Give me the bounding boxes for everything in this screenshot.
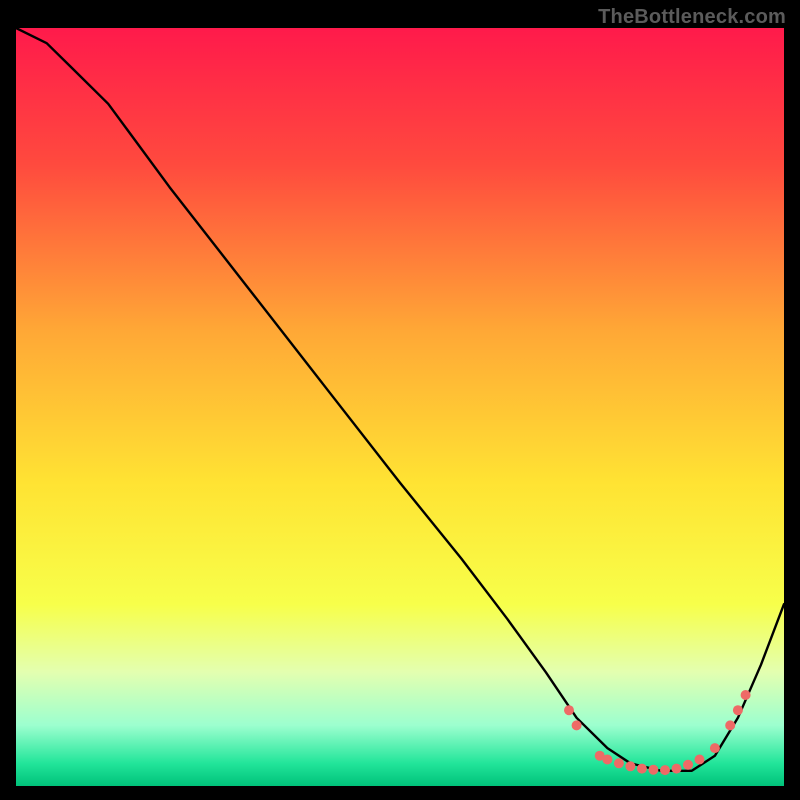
- plot-area: [16, 28, 784, 786]
- marker-dot: [614, 758, 624, 768]
- marker-dot: [683, 760, 693, 770]
- marker-dot: [672, 764, 682, 774]
- marker-dot: [725, 720, 735, 730]
- marker-dot: [572, 720, 582, 730]
- marker-dot: [741, 690, 751, 700]
- gradient-background: [16, 28, 784, 786]
- marker-dot: [564, 705, 574, 715]
- marker-dot: [660, 765, 670, 775]
- marker-dot: [710, 743, 720, 753]
- chart-svg: [16, 28, 784, 786]
- marker-dot: [637, 764, 647, 774]
- watermark-text: TheBottleneck.com: [598, 6, 786, 29]
- marker-dot: [602, 755, 612, 765]
- marker-dot: [733, 705, 743, 715]
- marker-dot: [695, 755, 705, 765]
- chart-frame: [16, 28, 784, 786]
- marker-dot: [648, 765, 658, 775]
- marker-dot: [625, 761, 635, 771]
